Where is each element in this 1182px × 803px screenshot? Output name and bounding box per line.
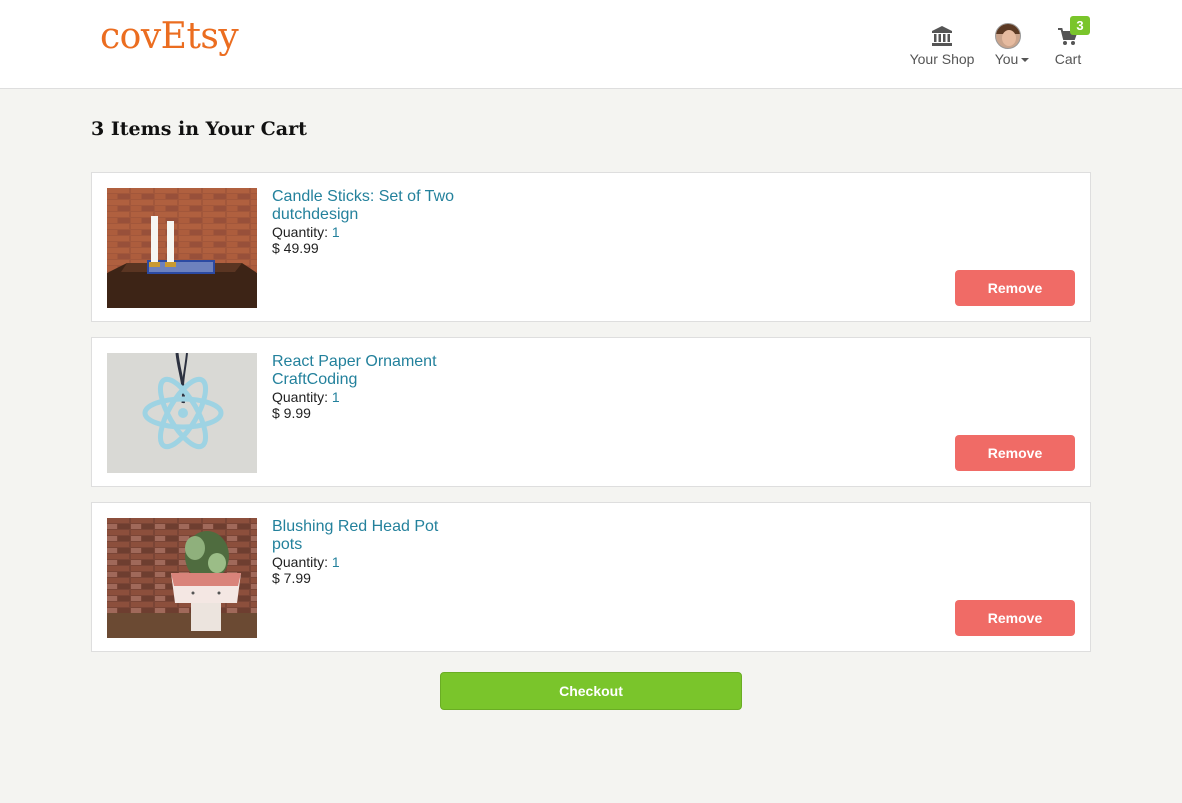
quantity-label: Quantity: (272, 554, 332, 570)
price: $ 9.99 (272, 405, 311, 421)
cart-item: Candle Sticks: Set of Two dutchdesign Qu… (91, 172, 1091, 322)
product-name-link[interactable]: Candle Sticks: Set of Two (272, 187, 454, 206)
site-logo[interactable]: covEtsy (100, 16, 239, 57)
bank-icon (932, 26, 952, 46)
price: $ 7.99 (272, 570, 311, 586)
nav-cart[interactable]: 3 Cart (1046, 16, 1090, 72)
page-title: 3 Items in Your Cart (91, 118, 307, 140)
site-header: covEtsy Your Shop You 3 Cart (0, 0, 1182, 89)
cart-item: Blushing Red Head Pot pots Quantity: 1 $… (91, 502, 1091, 652)
quantity-value: 1 (331, 224, 340, 240)
product-image-red-head-pot[interactable] (107, 518, 257, 638)
nav-you-label: You (994, 51, 1019, 67)
quantity-value: 1 (331, 554, 340, 570)
cart-count-badge: 3 (1070, 16, 1090, 35)
product-name-link[interactable]: React Paper Ornament (272, 352, 437, 371)
shop-name-link[interactable]: CraftCoding (272, 371, 437, 389)
quantity: Quantity: 1 (272, 554, 438, 570)
avatar (995, 23, 1021, 49)
nav-your-shop-label: Your Shop (909, 51, 975, 67)
product-name-link[interactable]: Blushing Red Head Pot (272, 517, 438, 536)
checkout-button[interactable]: Checkout (440, 672, 742, 710)
nav-cart-label: Cart (1054, 51, 1082, 67)
price: $ 49.99 (272, 240, 319, 256)
shop-name-link[interactable]: pots (272, 536, 438, 554)
remove-button[interactable]: Remove (955, 600, 1075, 636)
quantity-label: Quantity: (272, 224, 332, 240)
shop-name-link[interactable]: dutchdesign (272, 206, 454, 224)
remove-button[interactable]: Remove (955, 435, 1075, 471)
chevron-down-icon (1021, 58, 1030, 63)
nav-you-menu[interactable]: You (990, 22, 1034, 72)
quantity: Quantity: 1 (272, 224, 454, 240)
quantity-label: Quantity: (272, 389, 332, 405)
product-image-react-ornament[interactable] (107, 353, 257, 473)
remove-button[interactable]: Remove (955, 270, 1075, 306)
cart-item: React Paper Ornament CraftCoding Quantit… (91, 337, 1091, 487)
nav-your-shop[interactable]: Your Shop (906, 22, 978, 72)
product-image-candle-sticks[interactable] (107, 188, 257, 308)
quantity: Quantity: 1 (272, 389, 437, 405)
quantity-value: 1 (331, 389, 340, 405)
